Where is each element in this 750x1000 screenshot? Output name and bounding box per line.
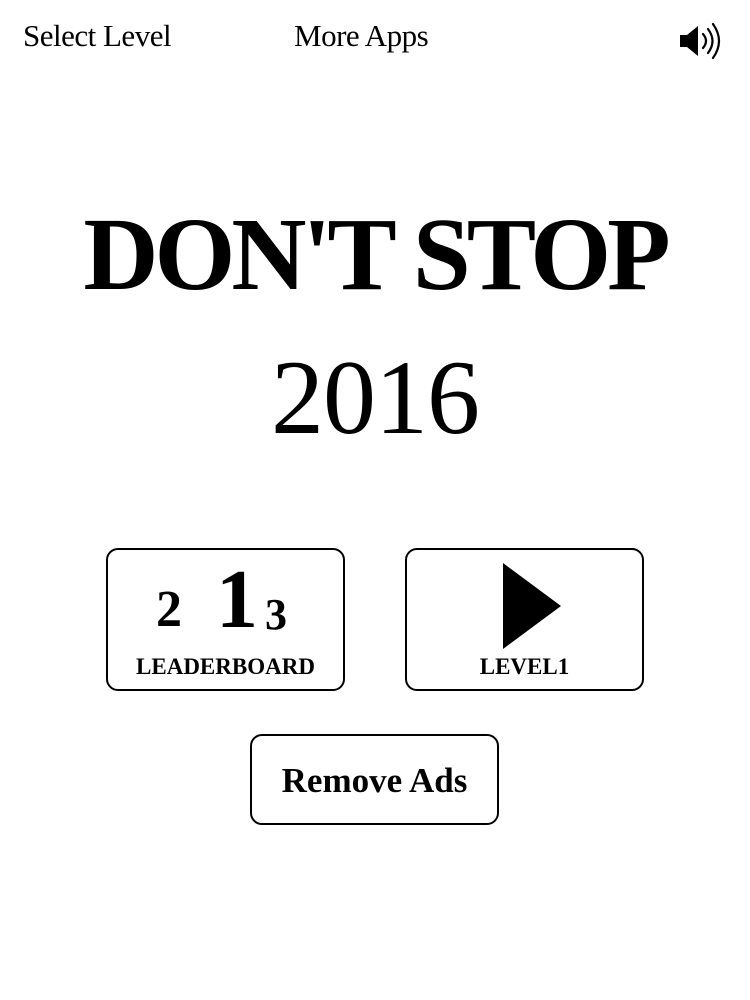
level-label: LEVEL1: [479, 654, 570, 679]
speaker-icon: [680, 22, 721, 60]
play-icon: [503, 563, 561, 649]
podium-icon: 2 1 3: [108, 550, 343, 650]
more-apps-link[interactable]: More Apps: [294, 16, 429, 56]
rank-first: 1: [216, 553, 258, 646]
play-level-button[interactable]: LEVEL1: [405, 548, 644, 691]
select-level-link[interactable]: Select Level: [23, 16, 172, 56]
sound-toggle-button[interactable]: [676, 22, 726, 60]
remove-ads-label: Remove Ads: [281, 761, 468, 800]
leaderboard-button[interactable]: 2 1 3 LEADERBOARD: [106, 548, 345, 691]
remove-ads-button[interactable]: Remove Ads: [250, 734, 499, 825]
rank-second: 2: [156, 581, 182, 638]
game-title-year: 2016: [271, 339, 480, 456]
rank-third: 3: [265, 590, 287, 639]
leaderboard-label: LEADERBOARD: [136, 654, 315, 679]
game-title: DON'T STOP: [83, 197, 670, 312]
